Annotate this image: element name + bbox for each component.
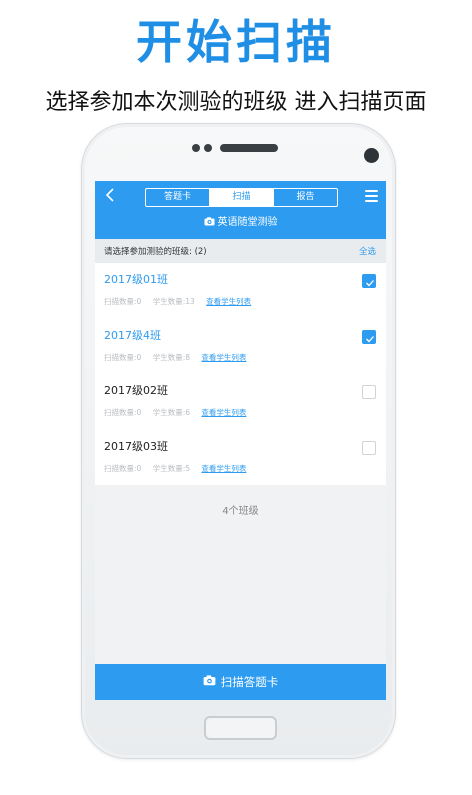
class-checkbox[interactable] — [362, 329, 376, 344]
promo-subline: 选择参加本次测验的班级 进入扫描页面 — [45, 90, 427, 115]
class-name: 2017级02班 — [104, 384, 168, 397]
segmented-tabs: 答题卡 扫描 报告 — [145, 188, 338, 207]
scan-answer-sheet-button[interactable]: 扫描答题卡 — [95, 664, 386, 700]
quiz-title: 英语随堂测验 — [217, 217, 278, 228]
front-camera — [364, 148, 379, 163]
scanned-count: 扫描数量:0 — [104, 408, 142, 417]
class-row[interactable]: 2017级02班 扫描数量:0 学生数量:6 查看学生列表 — [95, 374, 386, 430]
tab-answer-sheet[interactable]: 答题卡 — [146, 189, 209, 206]
view-students-link[interactable]: 查看学生列表 — [201, 353, 246, 362]
tab-scan[interactable]: 扫描 — [209, 189, 273, 206]
student-count: 学生数量:8 — [152, 352, 191, 362]
class-list: 2017级01班 扫描数量:0 学生数量:13 查看学生列表 2017级4班 扫… — [95, 263, 386, 485]
class-row[interactable]: 2017级01班 扫描数量:0 学生数量:13 查看学生列表 — [95, 263, 386, 319]
select-all-link[interactable]: 全选 — [359, 245, 376, 257]
phone-frame: 答题卡 扫描 报告 英语随堂测验 请选择参加测验的班级: (2) 全选 2017… — [81, 123, 396, 759]
app-header: 答题卡 扫描 报告 英语随堂测验 — [95, 181, 386, 239]
list-header: 请选择参加测验的班级: (2) 全选 — [95, 239, 386, 263]
promo-headline: 开始扫描 — [136, 15, 336, 69]
home-button[interactable] — [204, 716, 277, 740]
class-name: 2017级03班 — [104, 439, 168, 453]
class-name: 2017级01班 — [104, 273, 168, 286]
tab-report[interactable]: 报告 — [273, 189, 337, 206]
class-name: 2017级4班 — [104, 328, 161, 342]
scan-button-label: 扫描答题卡 — [220, 675, 279, 689]
quiz-title-row: 英语随堂测验 — [95, 215, 386, 232]
class-row[interactable]: 2017级03班 扫描数量:0 学生数量:5 查看学生列表 — [95, 430, 386, 486]
class-checkbox[interactable] — [362, 274, 376, 288]
back-arrow-icon[interactable] — [100, 187, 120, 207]
student-count: 学生数量:6 — [152, 408, 191, 417]
view-students-link[interactable]: 查看学生列表 — [201, 464, 246, 473]
checkmark-icon — [366, 335, 374, 342]
camera-icon — [203, 675, 216, 689]
class-row[interactable]: 2017级4班 扫描数量:0 学生数量:8 查看学生列表 — [95, 319, 386, 375]
menu-icon[interactable] — [365, 190, 378, 202]
checkmark-icon — [366, 280, 374, 287]
speaker — [192, 144, 278, 152]
select-class-prompt: 请选择参加测验的班级: (2) — [104, 247, 207, 257]
class-count: 4个班级 — [222, 506, 259, 517]
class-checkbox[interactable] — [362, 385, 376, 399]
scanned-count: 扫描数量:0 — [104, 297, 142, 306]
view-students-link[interactable]: 查看学生列表 — [206, 297, 251, 306]
class-checkbox[interactable] — [362, 440, 376, 455]
scanned-count: 扫描数量:0 — [104, 352, 142, 362]
view-students-link[interactable]: 查看学生列表 — [201, 408, 246, 417]
student-count: 学生数量:5 — [152, 463, 191, 473]
camera-icon — [204, 216, 215, 232]
scanned-count: 扫描数量:0 — [104, 463, 142, 473]
student-count: 学生数量:13 — [152, 297, 195, 306]
app-screen: 答题卡 扫描 报告 英语随堂测验 请选择参加测验的班级: (2) 全选 2017… — [95, 181, 386, 700]
